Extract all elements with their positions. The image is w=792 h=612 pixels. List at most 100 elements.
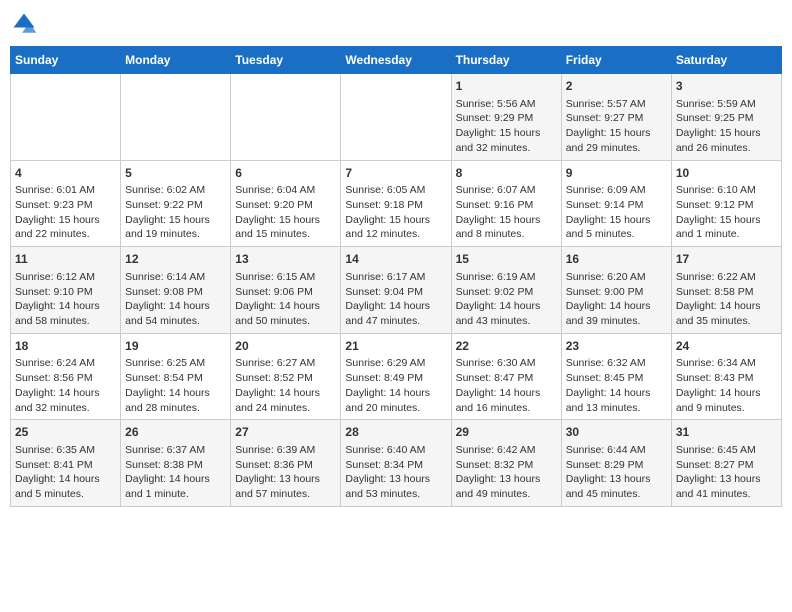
day-number: 1 [456,78,557,95]
calendar-cell: 14Sunrise: 6:17 AMSunset: 9:04 PMDayligh… [341,247,451,334]
day-number: 15 [456,251,557,268]
cell-info-line: and 1 minute. [676,227,777,242]
calendar-cell: 13Sunrise: 6:15 AMSunset: 9:06 PMDayligh… [231,247,341,334]
calendar-header: SundayMondayTuesdayWednesdayThursdayFrid… [11,47,782,74]
calendar-cell: 27Sunrise: 6:39 AMSunset: 8:36 PMDayligh… [231,420,341,507]
week-row-3: 11Sunrise: 6:12 AMSunset: 9:10 PMDayligh… [11,247,782,334]
cell-info-line: Sunset: 9:06 PM [235,285,336,300]
cell-info-line: Daylight: 13 hours [345,472,446,487]
day-number: 31 [676,424,777,441]
header-row: SundayMondayTuesdayWednesdayThursdayFrid… [11,47,782,74]
calendar-table: SundayMondayTuesdayWednesdayThursdayFrid… [10,46,782,507]
cell-info-line: and 35 minutes. [676,314,777,329]
calendar-cell: 12Sunrise: 6:14 AMSunset: 9:08 PMDayligh… [121,247,231,334]
day-number: 12 [125,251,226,268]
calendar-cell: 30Sunrise: 6:44 AMSunset: 8:29 PMDayligh… [561,420,671,507]
calendar-cell: 31Sunrise: 6:45 AMSunset: 8:27 PMDayligh… [671,420,781,507]
calendar-cell: 20Sunrise: 6:27 AMSunset: 8:52 PMDayligh… [231,333,341,420]
cell-info-line: Daylight: 14 hours [125,299,226,314]
cell-info-line: Sunrise: 6:15 AM [235,270,336,285]
cell-info-line: and 57 minutes. [235,487,336,502]
cell-info-line: Daylight: 14 hours [566,386,667,401]
day-number: 19 [125,338,226,355]
cell-info-line: Daylight: 13 hours [566,472,667,487]
cell-info-line: Daylight: 15 hours [235,213,336,228]
calendar-cell: 19Sunrise: 6:25 AMSunset: 8:54 PMDayligh… [121,333,231,420]
cell-info-line: Daylight: 15 hours [456,213,557,228]
cell-info-line: Sunset: 8:27 PM [676,458,777,473]
cell-info-line: and 50 minutes. [235,314,336,329]
cell-info-line: Daylight: 15 hours [566,213,667,228]
cell-info-line: Daylight: 14 hours [566,299,667,314]
cell-info-line: and 22 minutes. [15,227,116,242]
cell-info-line: and 19 minutes. [125,227,226,242]
cell-info-line: and 24 minutes. [235,401,336,416]
cell-info-line: Sunset: 8:29 PM [566,458,667,473]
calendar-cell [341,74,451,161]
cell-info-line: and 13 minutes. [566,401,667,416]
cell-info-line: Sunrise: 6:09 AM [566,183,667,198]
header-cell-thursday: Thursday [451,47,561,74]
day-number: 21 [345,338,446,355]
calendar-cell: 1Sunrise: 5:56 AMSunset: 9:29 PMDaylight… [451,74,561,161]
calendar-cell: 29Sunrise: 6:42 AMSunset: 8:32 PMDayligh… [451,420,561,507]
calendar-cell: 16Sunrise: 6:20 AMSunset: 9:00 PMDayligh… [561,247,671,334]
cell-info-line: and 26 minutes. [676,141,777,156]
cell-info-line: Daylight: 15 hours [125,213,226,228]
cell-info-line: Sunrise: 6:20 AM [566,270,667,285]
day-number: 9 [566,165,667,182]
day-number: 6 [235,165,336,182]
cell-info-line: and 58 minutes. [15,314,116,329]
header-cell-monday: Monday [121,47,231,74]
cell-info-line: Sunset: 9:12 PM [676,198,777,213]
calendar-cell: 8Sunrise: 6:07 AMSunset: 9:16 PMDaylight… [451,160,561,247]
cell-info-line: Sunset: 8:36 PM [235,458,336,473]
calendar-cell: 25Sunrise: 6:35 AMSunset: 8:41 PMDayligh… [11,420,121,507]
cell-info-line: Daylight: 14 hours [456,299,557,314]
cell-info-line: Sunrise: 6:01 AM [15,183,116,198]
cell-info-line: and 12 minutes. [345,227,446,242]
cell-info-line: Sunset: 9:18 PM [345,198,446,213]
day-number: 24 [676,338,777,355]
cell-info-line: Sunset: 9:23 PM [15,198,116,213]
cell-info-line: Sunset: 9:22 PM [125,198,226,213]
cell-info-line: and 5 minutes. [566,227,667,242]
cell-info-line: and 32 minutes. [456,141,557,156]
calendar-cell: 15Sunrise: 6:19 AMSunset: 9:02 PMDayligh… [451,247,561,334]
cell-info-line: Daylight: 15 hours [566,126,667,141]
cell-info-line: Daylight: 14 hours [345,299,446,314]
cell-info-line: Sunset: 8:38 PM [125,458,226,473]
day-number: 16 [566,251,667,268]
cell-info-line: and 5 minutes. [15,487,116,502]
calendar-cell: 22Sunrise: 6:30 AMSunset: 8:47 PMDayligh… [451,333,561,420]
calendar-cell: 4Sunrise: 6:01 AMSunset: 9:23 PMDaylight… [11,160,121,247]
cell-info-line: and 8 minutes. [456,227,557,242]
day-number: 14 [345,251,446,268]
calendar-cell: 18Sunrise: 6:24 AMSunset: 8:56 PMDayligh… [11,333,121,420]
cell-info-line: Sunset: 9:29 PM [456,111,557,126]
cell-info-line: Daylight: 14 hours [676,386,777,401]
day-number: 20 [235,338,336,355]
cell-info-line: Sunrise: 6:37 AM [125,443,226,458]
calendar-cell [121,74,231,161]
day-number: 3 [676,78,777,95]
cell-info-line: Sunset: 9:25 PM [676,111,777,126]
cell-info-line: Sunset: 9:08 PM [125,285,226,300]
cell-info-line: Daylight: 14 hours [125,386,226,401]
cell-info-line: Sunset: 9:14 PM [566,198,667,213]
cell-info-line: Sunrise: 5:57 AM [566,97,667,112]
cell-info-line: Sunset: 8:41 PM [15,458,116,473]
day-number: 10 [676,165,777,182]
cell-info-line: Daylight: 15 hours [15,213,116,228]
cell-info-line: and 49 minutes. [456,487,557,502]
cell-info-line: Sunset: 9:16 PM [456,198,557,213]
cell-info-line: Daylight: 14 hours [15,386,116,401]
week-row-5: 25Sunrise: 6:35 AMSunset: 8:41 PMDayligh… [11,420,782,507]
cell-info-line: Daylight: 15 hours [345,213,446,228]
cell-info-line: Daylight: 15 hours [676,213,777,228]
cell-info-line: Sunset: 8:52 PM [235,371,336,386]
cell-info-line: Sunset: 8:49 PM [345,371,446,386]
calendar-cell: 2Sunrise: 5:57 AMSunset: 9:27 PMDaylight… [561,74,671,161]
day-number: 27 [235,424,336,441]
cell-info-line: Sunset: 8:45 PM [566,371,667,386]
